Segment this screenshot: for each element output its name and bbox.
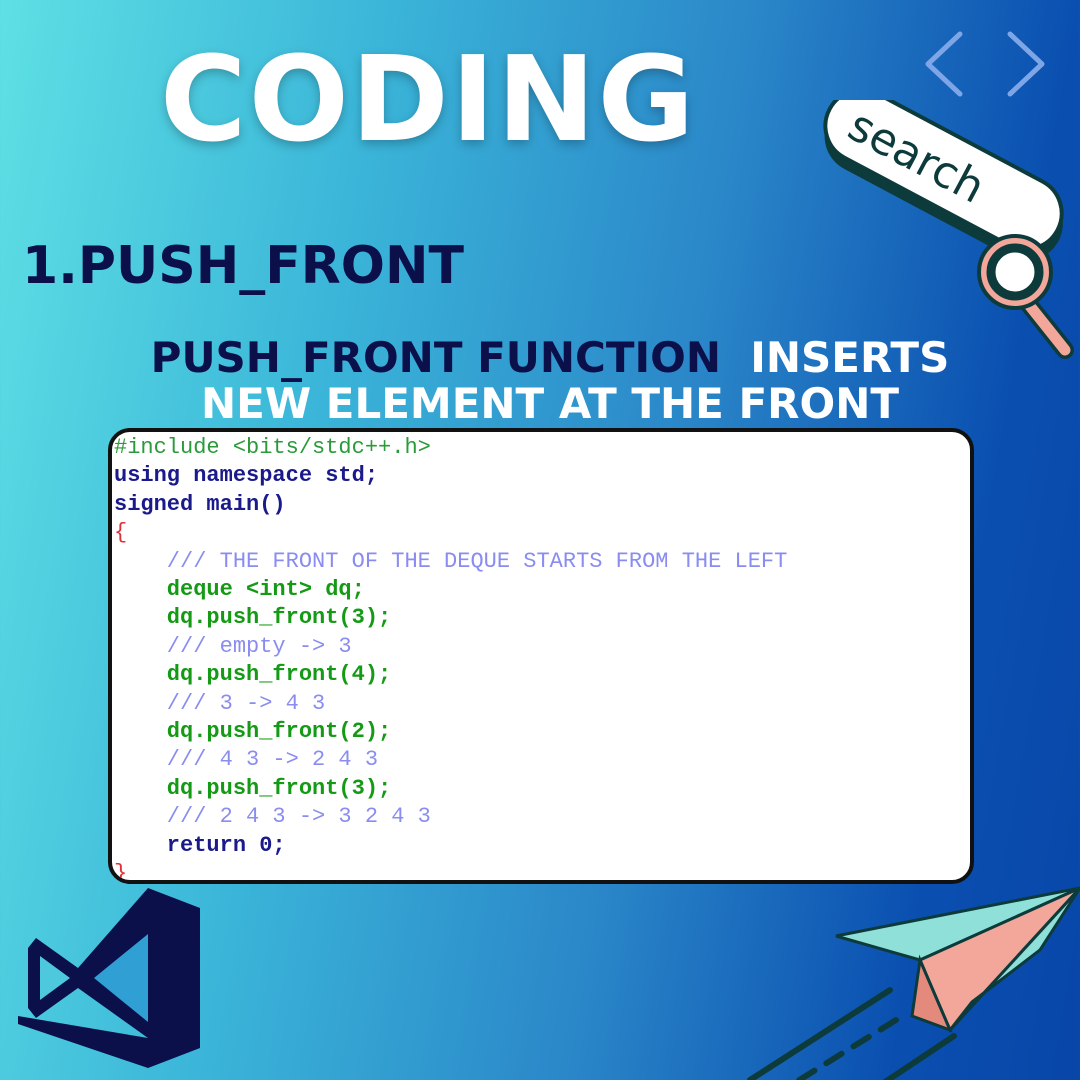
code-block: #include <bits/stdc++.h> using namespace… <box>114 434 788 884</box>
code-snippet-panel: #include <bits/stdc++.h> using namespace… <box>108 428 974 884</box>
code-line: /// THE FRONT OF THE DEQUE STARTS FROM T… <box>114 548 788 574</box>
code-line: using namespace std; <box>114 463 379 489</box>
code-line: deque <int> dq; <box>114 577 365 603</box>
magnifier-icon <box>977 234 1074 359</box>
code-line: signed main() <box>114 491 286 517</box>
code-line: { <box>114 520 128 546</box>
code-line: /// 3 -> 4 3 <box>114 690 326 716</box>
description-verb: INSERTS <box>750 333 950 382</box>
function-description: PUSH_FRONT FUNCTION INSERTS NEW ELEMENT … <box>0 335 1080 427</box>
code-line: } <box>114 861 128 884</box>
description-line-2: NEW ELEMENT AT THE FRONT <box>200 379 899 428</box>
code-line: dq.push_front(2); <box>114 719 392 745</box>
visual-studio-logo-icon <box>18 888 200 1068</box>
section-heading: 1.PUSH_FRONT <box>22 236 464 296</box>
code-line: #include <bits/stdc++.h> <box>114 435 431 460</box>
code-line: dq.push_front(3); <box>114 775 392 801</box>
description-function-name: PUSH_FRONT FUNCTION <box>150 333 721 382</box>
code-brackets-icon <box>925 31 1045 97</box>
code-line: return 0; <box>114 832 286 858</box>
code-line: /// 2 4 3 -> 3 2 4 3 <box>114 804 431 830</box>
paper-plane-icon <box>747 886 1080 1080</box>
code-line: /// empty -> 3 <box>114 633 352 659</box>
page-title: CODING <box>160 30 697 168</box>
code-line: /// 4 3 -> 2 4 3 <box>114 747 379 773</box>
search-bar-graphic: search <box>823 100 1074 359</box>
code-line: dq.push_front(4); <box>114 662 392 688</box>
code-line: dq.push_front(3); <box>114 605 392 631</box>
